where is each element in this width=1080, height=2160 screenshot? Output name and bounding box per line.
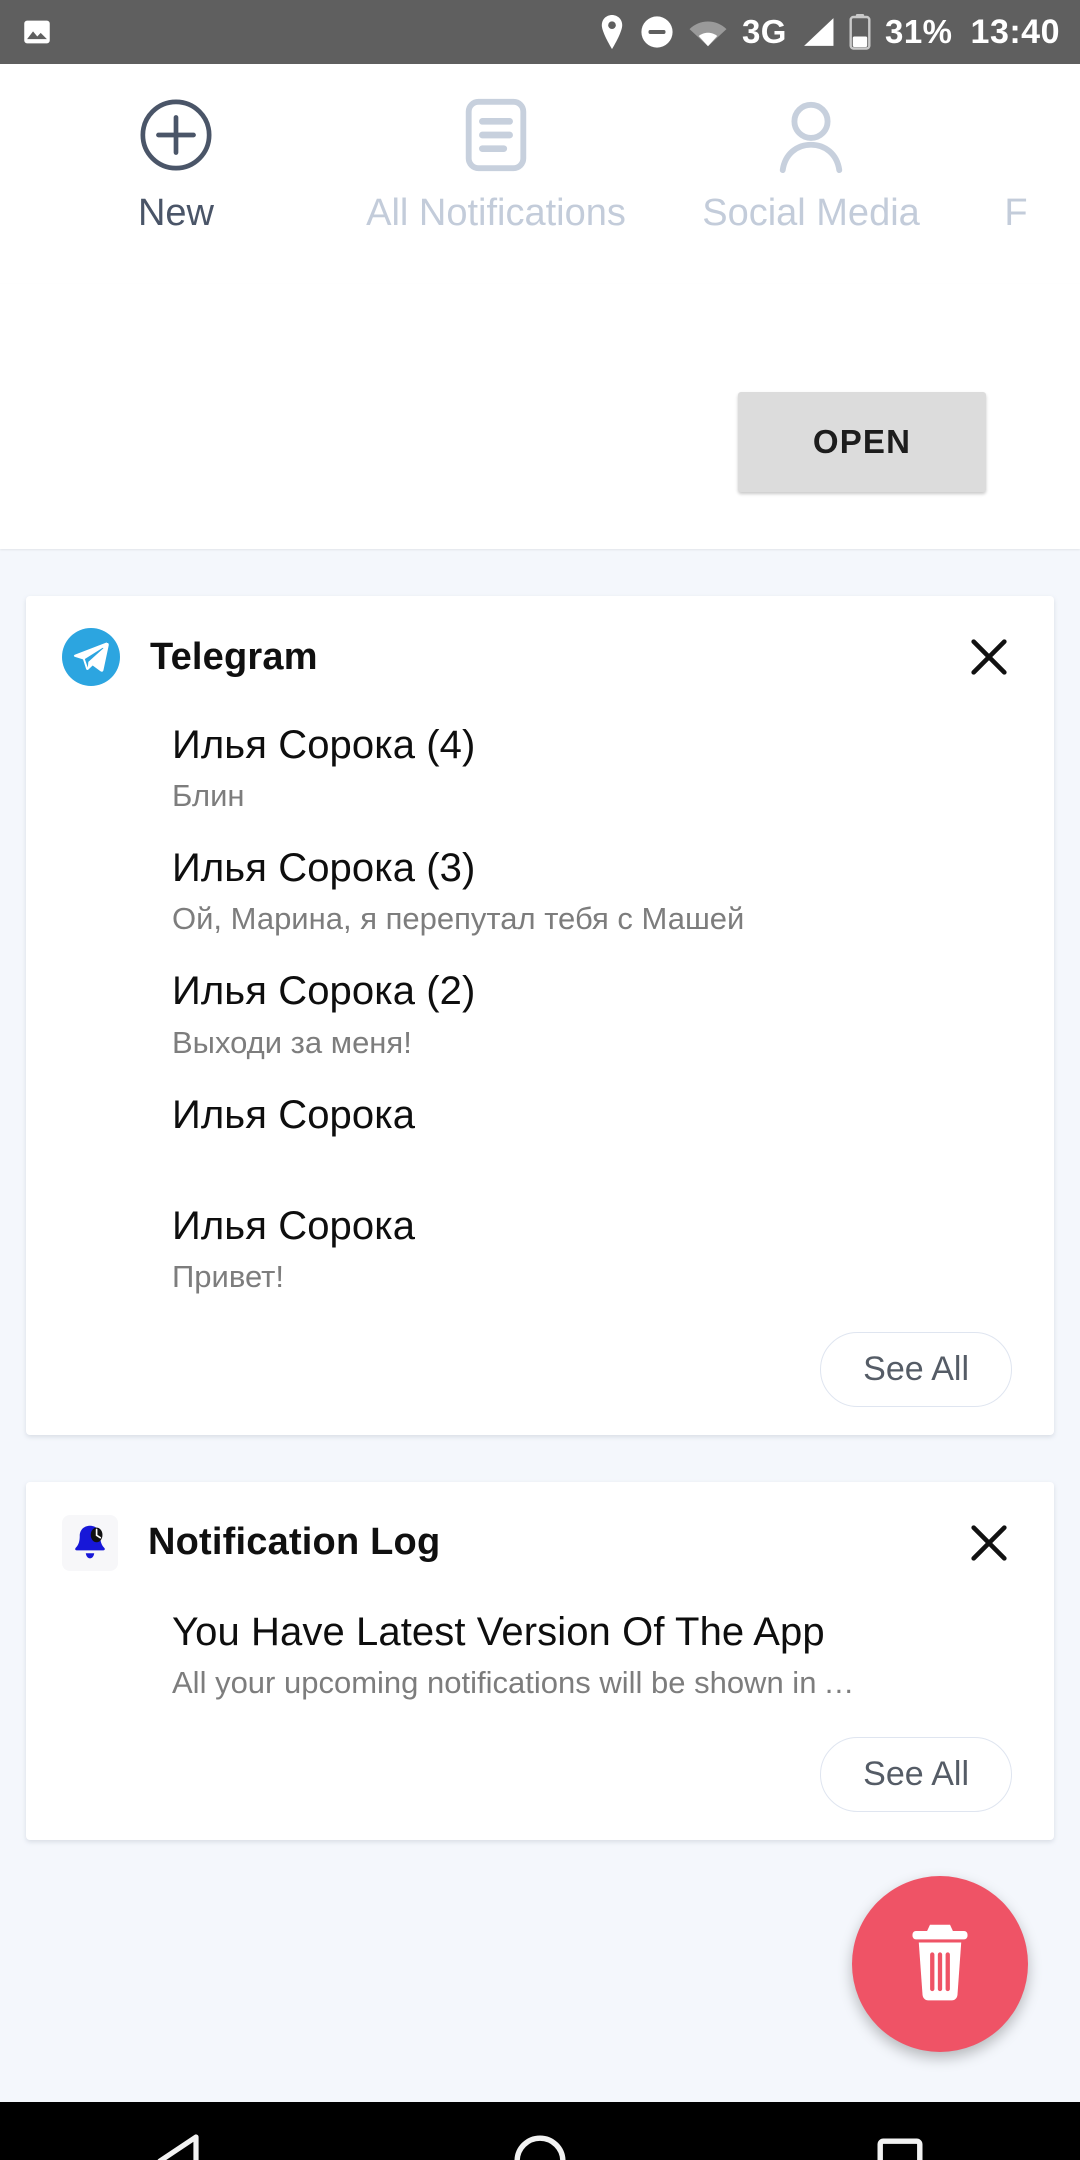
person-icon [773, 92, 849, 178]
back-button[interactable] [90, 2102, 270, 2160]
image-icon [20, 15, 54, 49]
tab-bar: New All Notifications Social Media F [0, 64, 1080, 284]
open-button[interactable]: OPEN [738, 392, 986, 492]
message-subtitle [172, 1147, 1018, 1173]
notification-list[interactable]: OPEN Telegram Илья Сорока (4) Блин Илья … [0, 284, 1080, 2102]
tab-all-notifications-label: All Notifications [366, 192, 626, 234]
message-title: Илья Сорока (3) [172, 846, 476, 891]
message-title: Илья Сорока [172, 1203, 416, 1248]
list-item[interactable]: Илья Сорока (2) Выходи за меня! [172, 938, 1018, 1061]
message-subtitle: Блин [172, 778, 245, 814]
back-triangle-icon [153, 2133, 207, 2160]
location-icon [598, 15, 626, 49]
tab-social-media-label: Social Media [702, 192, 920, 234]
telegram-icon [62, 628, 120, 686]
see-all-button[interactable]: See All [820, 1736, 1012, 1812]
message-subtitle: Ой, Марина, я перепутал тебя с Машей [172, 901, 745, 937]
wifi-icon [688, 16, 728, 48]
message-subtitle: Выходи за меня! [172, 1024, 412, 1060]
message-title: Илья Сорока (4) [172, 723, 476, 767]
notification-log-app-name: Notification Log [148, 1521, 441, 1564]
card-spacer-1 [26, 549, 1054, 596]
trash-icon [901, 1919, 979, 2010]
recents-button[interactable] [810, 2102, 990, 2160]
network-type: 3G [741, 13, 787, 50]
telegram-message-list: Илья Сорока (4) Блин Илья Сорока (3) Ой,… [26, 692, 1054, 1296]
bell-clock-icon [62, 1514, 118, 1571]
telegram-app-name: Telegram [150, 635, 318, 678]
notification-log-body: You Have Latest Version Of The App All y… [26, 1610, 1054, 1701]
see-all-button[interactable]: See All [820, 1331, 1012, 1407]
tab-new[interactable]: New [26, 64, 326, 235]
notification-log-card[interactable]: Notification Log You Have Latest Version… [26, 1481, 1054, 1840]
close-icon[interactable] [958, 626, 1020, 688]
message-subtitle: Привет! [172, 1258, 284, 1294]
battery-percent: 31% [884, 13, 953, 50]
partial-notification-card[interactable]: OPEN [0, 284, 1080, 549]
signal-icon [801, 16, 835, 48]
list-document-icon [460, 92, 532, 178]
recents-square-icon [875, 2136, 925, 2160]
message-title: Илья Сорока (2) [172, 969, 476, 1014]
tab-social-media[interactable]: Social Media [666, 64, 956, 235]
status-bar: 3G 31% 13:40 [0, 0, 1080, 64]
home-circle-icon [513, 2134, 567, 2160]
home-button[interactable] [450, 2102, 630, 2160]
plus-circle-icon [137, 92, 215, 178]
list-item[interactable]: Илья Сорока (3) Ой, Марина, я перепутал … [172, 815, 1018, 938]
status-bar-right: 3G 31% 13:40 [598, 13, 1060, 52]
tab-new-label: New [137, 192, 215, 234]
tab-next-partial[interactable]: F [956, 64, 1076, 235]
battery-icon [849, 14, 871, 50]
telegram-notification-card[interactable]: Telegram Илья Сорока (4) Блин Илья Сорок… [26, 596, 1054, 1435]
notification-log-subtitle: All your upcoming notifications will be … [172, 1664, 872, 1700]
telegram-card-header: Telegram [26, 622, 1054, 692]
message-title: Илья Сорока [172, 1092, 416, 1137]
tab-next-partial-label: F [1004, 192, 1028, 234]
notification-log-title: You Have Latest Version Of The App [172, 1609, 825, 1654]
notification-log-card-header: Notification Log [26, 1508, 1054, 1578]
do-not-disturb-icon [640, 15, 674, 49]
telegram-see-all-row: See All [26, 1331, 1054, 1407]
close-icon[interactable] [958, 1512, 1020, 1574]
list-item[interactable]: Илья Сорока Привет! [172, 1173, 1018, 1296]
tab-all-notifications[interactable]: All Notifications [326, 64, 666, 235]
card-spacer-2 [26, 1435, 1054, 1482]
list-item[interactable]: Илья Сорока [172, 1062, 1018, 1173]
status-bar-left [20, 15, 54, 49]
android-navigation-bar [0, 2102, 1080, 2160]
clock-time: 13:40 [970, 12, 1060, 51]
delete-all-fab[interactable] [852, 1876, 1028, 2052]
notification-log-see-all-row: See All [26, 1736, 1054, 1812]
list-item[interactable]: Илья Сорока (4) Блин [172, 692, 1018, 815]
